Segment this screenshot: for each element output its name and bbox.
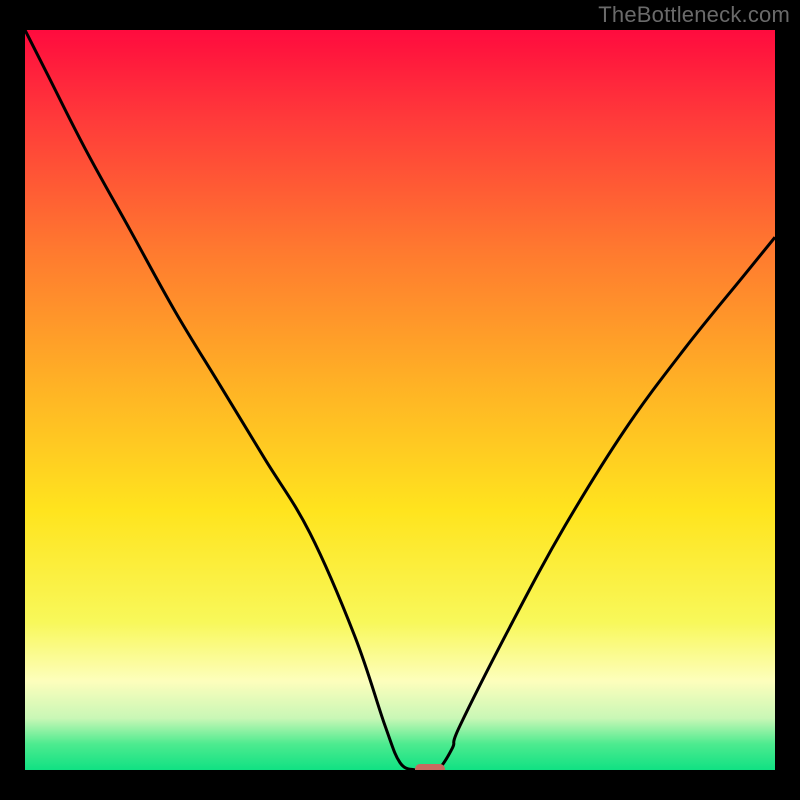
minimum-marker — [415, 764, 445, 770]
watermark-text: TheBottleneck.com — [598, 2, 790, 28]
chart-frame: TheBottleneck.com — [0, 0, 800, 800]
plot-area — [25, 30, 775, 770]
gradient-background — [25, 30, 775, 770]
bottleneck-chart — [25, 30, 775, 770]
